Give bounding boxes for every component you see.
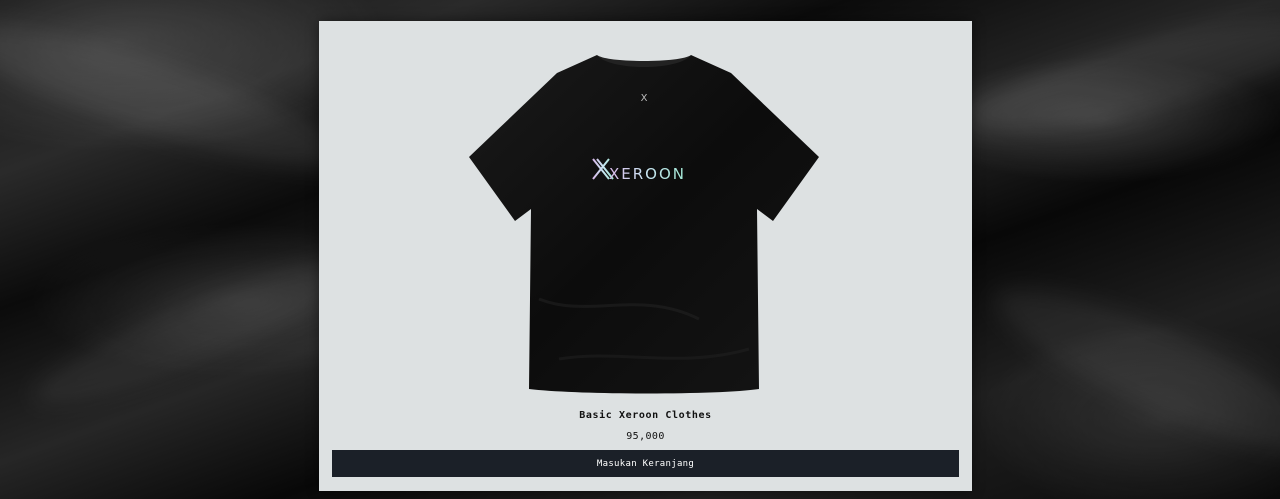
fabric-fold xyxy=(0,0,361,194)
fabric-fold xyxy=(979,260,1280,480)
collar-logo: X xyxy=(641,93,648,104)
brand-text: XEROON xyxy=(609,165,686,183)
black-tshirt-image: X XEROON xyxy=(469,55,819,394)
product-card: X XEROON Basic Xeroon Clothes 95,000 Mas… xyxy=(319,21,972,491)
tshirt-body xyxy=(469,55,819,394)
product-price: 95,000 xyxy=(626,431,665,442)
add-to-cart-button[interactable]: Masukan Keranjang xyxy=(332,450,959,477)
fabric-fold xyxy=(957,0,1280,155)
product-name: Basic Xeroon Clothes xyxy=(579,410,712,421)
